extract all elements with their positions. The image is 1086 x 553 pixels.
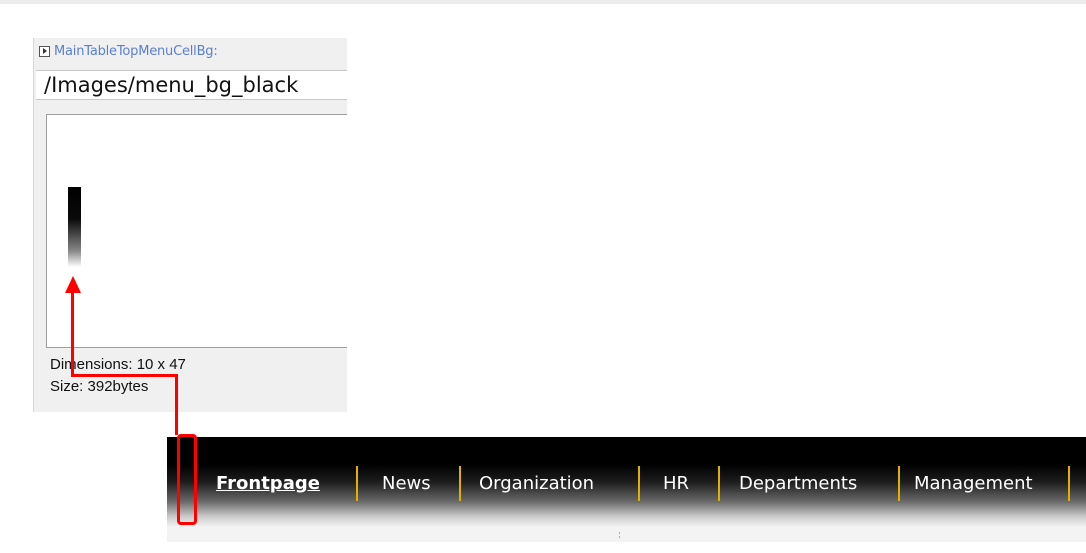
annotation-line bbox=[175, 376, 178, 435]
property-name[interactable]: MainTableTopMenuCellBg: bbox=[54, 44, 218, 59]
property-header: MainTableTopMenuCellBg: bbox=[39, 42, 218, 60]
annotation-line bbox=[71, 374, 178, 377]
image-preview bbox=[46, 114, 347, 348]
menu-separator bbox=[356, 466, 358, 501]
expand-icon[interactable] bbox=[39, 45, 50, 57]
menu-item-frontpage[interactable]: Frontpage bbox=[216, 473, 320, 494]
top-shadow bbox=[0, 0, 1086, 4]
annotation-line bbox=[71, 290, 74, 377]
menu-item-departments[interactable]: Departments bbox=[739, 473, 857, 494]
menu-separator bbox=[898, 466, 900, 501]
arrow-up-icon bbox=[65, 276, 81, 293]
image-size: Size: 392bytes bbox=[50, 378, 149, 395]
menu-item-hr[interactable]: HR bbox=[663, 473, 689, 494]
property-panel: MainTableTopMenuCellBg: /Images/menu_bg_… bbox=[33, 38, 347, 412]
property-value-text: /Images/menu_bg_black bbox=[44, 73, 299, 97]
menu-bg-preview-image bbox=[68, 187, 81, 267]
divider-dots bbox=[619, 532, 620, 534]
annotation-highlight-box bbox=[177, 434, 197, 525]
menu-item-management[interactable]: Management bbox=[914, 473, 1033, 494]
menu-item-news[interactable]: News bbox=[382, 473, 431, 494]
menu-separator bbox=[638, 466, 640, 501]
menu-item-organization[interactable]: Organization bbox=[479, 473, 594, 494]
property-value-field[interactable]: /Images/menu_bg_black bbox=[36, 70, 347, 100]
top-menu-bar: Frontpage News Organization HR Departmen… bbox=[167, 437, 1086, 527]
menu-separator bbox=[1068, 466, 1070, 501]
menu-separator bbox=[459, 466, 461, 501]
menu-bar-container: Frontpage News Organization HR Departmen… bbox=[167, 437, 1086, 542]
menu-separator bbox=[718, 466, 720, 501]
